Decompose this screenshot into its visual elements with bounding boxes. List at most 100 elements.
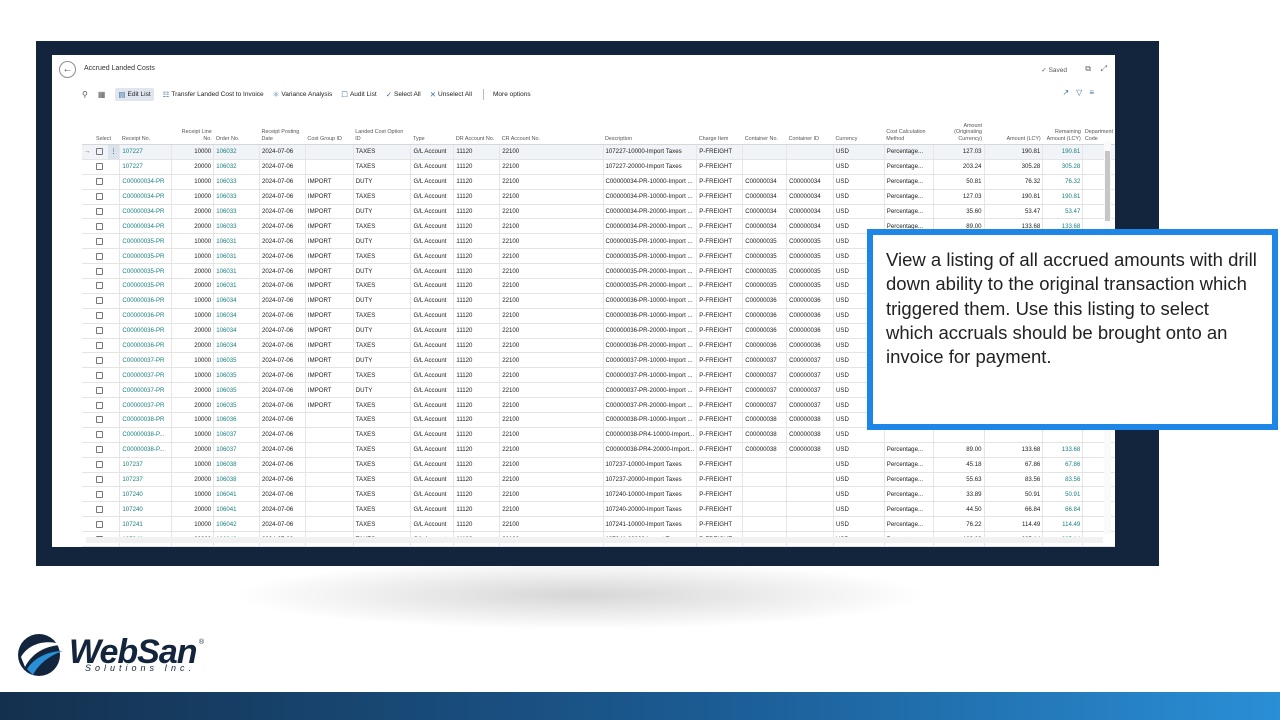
cell-order-no[interactable]: 106033 bbox=[213, 189, 260, 205]
row-select-cell[interactable] bbox=[93, 501, 108, 518]
col-header-select[interactable]: Select bbox=[93, 111, 120, 145]
edit-list-button[interactable]: ▤ Edit List bbox=[115, 87, 154, 101]
select-checkbox[interactable] bbox=[95, 148, 103, 156]
row-actions-cell[interactable] bbox=[107, 367, 120, 384]
cell-remaining-amount-lcy[interactable]: 114.49 bbox=[1042, 516, 1083, 533]
cell-receipt-no[interactable]: C00000035-PR bbox=[119, 248, 172, 265]
select-checkbox[interactable] bbox=[95, 520, 103, 528]
cell-order-no[interactable]: 106041 bbox=[213, 486, 260, 503]
select-checkbox[interactable] bbox=[95, 475, 103, 483]
select-checkbox[interactable] bbox=[95, 490, 103, 498]
audit-list-button[interactable]: ☐ Audit List bbox=[341, 90, 376, 99]
row-actions-cell[interactable] bbox=[107, 516, 120, 533]
row-actions-cell[interactable] bbox=[107, 189, 120, 205]
row-select-cell[interactable] bbox=[93, 144, 108, 160]
col-header-landed-cost-option-id[interactable]: Landed Cost Option ID bbox=[353, 111, 411, 145]
cell-remaining-amount-lcy[interactable]: 50.91 bbox=[1042, 486, 1083, 503]
row-select-cell[interactable] bbox=[93, 248, 108, 265]
select-checkbox[interactable] bbox=[95, 416, 103, 424]
row-actions-cell[interactable] bbox=[107, 352, 120, 369]
row-actions-cell[interactable] bbox=[107, 263, 120, 280]
cell-receipt-no[interactable]: 107240 bbox=[119, 501, 172, 518]
variance-analysis-button[interactable]: ⚛ Variance Analysis bbox=[273, 90, 333, 99]
row-actions-cell[interactable] bbox=[107, 278, 120, 294]
cell-receipt-no[interactable]: C00000035-PR bbox=[119, 278, 172, 294]
cell-order-no[interactable]: 106038 bbox=[213, 457, 260, 473]
cell-receipt-no[interactable]: C00000036-PR bbox=[119, 308, 172, 324]
row-actions-cell[interactable] bbox=[107, 427, 120, 443]
table-row[interactable]: C00000034-PR 10000 106033 2024-07-06 IMPORT T… bbox=[82, 189, 1115, 205]
col-header-type[interactable]: Type bbox=[410, 111, 454, 145]
cell-order-no[interactable]: 106037 bbox=[213, 427, 260, 443]
cell-receipt-no[interactable]: C00000038-PR bbox=[119, 412, 172, 428]
row-actions-cell[interactable] bbox=[107, 174, 120, 190]
cell-order-no[interactable]: 106038 bbox=[213, 472, 260, 488]
cell-order-no[interactable]: 106035 bbox=[213, 352, 260, 369]
col-header-cr-account-no[interactable]: CR Account No. bbox=[499, 111, 604, 145]
col-header-amount-originating[interactable]: Amount (Originating Currency) bbox=[933, 111, 985, 145]
table-row[interactable]: C00000034-PR 20000 106033 2024-07-06 IMPORT D… bbox=[82, 204, 1115, 220]
row-select-cell[interactable] bbox=[93, 412, 108, 428]
select-checkbox[interactable] bbox=[95, 341, 103, 349]
row-actions-cell[interactable] bbox=[107, 159, 120, 175]
row-actions-icon[interactable]: ⋮ bbox=[107, 144, 120, 160]
col-header-department-code[interactable]: Department Code bbox=[1082, 111, 1115, 145]
row-actions-cell[interactable] bbox=[107, 486, 120, 503]
cell-receipt-no[interactable]: 107241 bbox=[119, 516, 172, 533]
vertical-scrollbar-thumb[interactable] bbox=[1105, 151, 1110, 221]
select-checkbox[interactable] bbox=[95, 431, 103, 439]
cell-remaining-amount-lcy[interactable]: 83.56 bbox=[1042, 472, 1083, 488]
search-icon[interactable]: ⚲ bbox=[82, 90, 88, 99]
cell-remaining-amount-lcy[interactable]: 305.28 bbox=[1042, 159, 1083, 175]
row-actions-cell[interactable] bbox=[107, 382, 120, 399]
row-select-cell[interactable] bbox=[93, 308, 108, 324]
cell-receipt-no[interactable]: C00000038-P... bbox=[119, 427, 172, 443]
row-actions-cell[interactable] bbox=[107, 204, 120, 220]
transfer-landed-cost-button[interactable]: ☷ Transfer Landed Cost to Invoice bbox=[163, 90, 264, 99]
cell-order-no[interactable]: 106041 bbox=[213, 501, 260, 518]
cell-order-no[interactable]: 106033 bbox=[213, 204, 260, 220]
row-actions-cell[interactable] bbox=[107, 457, 120, 473]
table-row[interactable]: C00000034-PR 10000 106033 2024-07-06 IMPORT D… bbox=[82, 174, 1115, 190]
cell-order-no[interactable]: 106033 bbox=[213, 218, 260, 235]
select-checkbox[interactable] bbox=[95, 461, 103, 469]
col-header-description[interactable]: Description bbox=[603, 111, 697, 145]
table-row[interactable]: 107241 10000 106042 2024-07-06 TAXES G/L Acco… bbox=[82, 516, 1115, 533]
col-header-cost-group-id[interactable]: Cost Group ID bbox=[305, 111, 354, 145]
cell-order-no[interactable]: 106033 bbox=[213, 174, 260, 190]
cell-order-no[interactable]: 106034 bbox=[213, 323, 260, 339]
open-new-window-icon[interactable]: ⧉ bbox=[1085, 64, 1091, 74]
cell-order-no[interactable]: 106032 bbox=[213, 159, 260, 175]
cell-order-no[interactable]: 106031 bbox=[213, 248, 260, 265]
select-checkbox[interactable] bbox=[95, 371, 103, 379]
col-header-charge-item[interactable]: Charge Item bbox=[696, 111, 743, 145]
cell-receipt-no[interactable]: C00000038-P... bbox=[119, 442, 172, 458]
share-icon[interactable]: ↗ bbox=[1062, 88, 1076, 97]
cell-remaining-amount-lcy[interactable]: 133.68 bbox=[1042, 442, 1083, 458]
cell-receipt-no[interactable]: 107227 bbox=[119, 159, 172, 175]
select-checkbox[interactable] bbox=[95, 178, 103, 186]
select-checkbox[interactable] bbox=[95, 237, 103, 245]
more-options-button[interactable]: More options bbox=[493, 91, 531, 98]
col-header-amount-lcy[interactable]: Amount (LCY) bbox=[984, 111, 1043, 145]
row-select-cell[interactable] bbox=[93, 442, 108, 458]
select-checkbox[interactable] bbox=[95, 505, 103, 513]
col-header-cost-calculation-method[interactable]: Cost Calculation Method bbox=[884, 111, 934, 145]
cell-receipt-no[interactable]: C00000034-PR bbox=[119, 218, 172, 235]
row-actions-cell[interactable] bbox=[107, 412, 120, 428]
cell-order-no[interactable]: 106031 bbox=[213, 233, 260, 250]
row-select-cell[interactable] bbox=[93, 472, 108, 488]
row-select-cell[interactable] bbox=[93, 218, 108, 235]
col-header-currency[interactable]: Currency bbox=[833, 111, 885, 145]
cell-receipt-no[interactable]: C00000034-PR bbox=[119, 204, 172, 220]
table-row[interactable]: 107240 20000 106041 2024-07-06 TAXES G/L Acco… bbox=[82, 501, 1115, 518]
row-select-cell[interactable] bbox=[93, 233, 108, 250]
cell-remaining-amount-lcy[interactable]: 190.81 bbox=[1042, 189, 1083, 205]
cell-receipt-no[interactable]: C00000037-PR bbox=[119, 397, 172, 414]
cell-order-no[interactable]: 106034 bbox=[213, 338, 260, 354]
select-checkbox[interactable] bbox=[95, 297, 103, 305]
list-view-icon[interactable]: ≡ bbox=[1089, 88, 1101, 97]
cell-remaining-amount-lcy[interactable]: 67.86 bbox=[1042, 457, 1083, 473]
row-select-cell[interactable] bbox=[93, 323, 108, 339]
select-checkbox[interactable] bbox=[95, 356, 103, 364]
